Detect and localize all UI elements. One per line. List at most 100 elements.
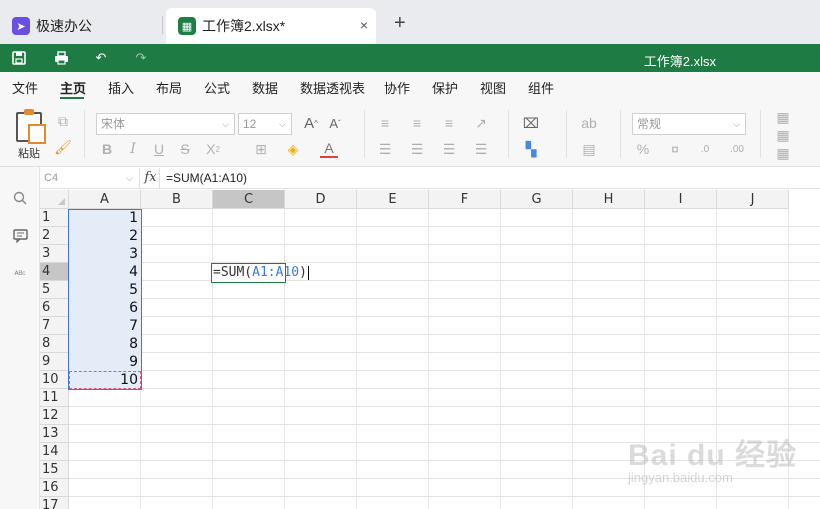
font-color-icon[interactable]: A bbox=[320, 140, 338, 158]
function-icon[interactable]: fx bbox=[142, 168, 160, 188]
row-header[interactable]: 7 bbox=[40, 317, 69, 335]
justify-icon[interactable]: ☰ bbox=[472, 140, 490, 158]
menu-file[interactable]: 文件 bbox=[12, 78, 38, 97]
cell-a5[interactable]: 5 bbox=[69, 281, 141, 299]
delete-cells-icon[interactable]: ▦ bbox=[774, 126, 792, 144]
tag-icon[interactable]: ⌧ bbox=[522, 114, 540, 132]
menu-layout[interactable]: 布局 bbox=[156, 78, 182, 97]
column-header[interactable]: B bbox=[141, 190, 213, 209]
row-header[interactable]: 10 bbox=[40, 371, 69, 389]
wrap-text-icon[interactable]: ab bbox=[580, 114, 598, 132]
row-header[interactable]: 8 bbox=[40, 335, 69, 353]
column-header[interactable]: E bbox=[357, 190, 429, 209]
fill-color-icon[interactable]: ◈ bbox=[284, 140, 302, 158]
increase-decimal-icon[interactable]: .0 bbox=[696, 140, 714, 158]
formula-input[interactable]: =SUM(A1:A10) bbox=[166, 171, 247, 185]
cell-a8[interactable]: 8 bbox=[69, 335, 141, 353]
cell-a7[interactable]: 7 bbox=[69, 317, 141, 335]
row-header[interactable]: 14 bbox=[40, 443, 69, 461]
paste-icon[interactable] bbox=[16, 109, 46, 144]
format-cells-icon[interactable]: ▦ bbox=[774, 144, 792, 162]
row-header[interactable]: 17 bbox=[40, 497, 69, 509]
column-header[interactable]: H bbox=[573, 190, 645, 209]
select-all-button[interactable] bbox=[40, 190, 69, 209]
column-header[interactable]: G bbox=[501, 190, 573, 209]
cell-a4[interactable]: 4 bbox=[69, 263, 141, 281]
borders-icon[interactable]: ⊞ bbox=[252, 140, 270, 158]
align-top-icon[interactable]: ≡ bbox=[376, 114, 394, 132]
align-middle-icon[interactable]: ≡ bbox=[408, 114, 426, 132]
paste-button-label[interactable]: 粘贴 bbox=[18, 145, 40, 161]
bold-icon[interactable]: B bbox=[98, 140, 116, 158]
decrease-decimal-icon[interactable]: .00 bbox=[728, 140, 746, 158]
cell-a10[interactable]: 10 bbox=[69, 371, 141, 389]
font-size-select[interactable]: 12 ⌵ bbox=[238, 113, 292, 135]
percent-icon[interactable]: % bbox=[634, 140, 652, 158]
format-painter-icon[interactable]: 🖌 bbox=[54, 138, 72, 156]
cell-a1[interactable]: 1 bbox=[69, 209, 141, 227]
column-header[interactable]: F bbox=[429, 190, 501, 209]
italic-icon[interactable]: I bbox=[124, 140, 142, 158]
currency-icon[interactable]: ¤ bbox=[666, 140, 684, 158]
print-icon[interactable] bbox=[52, 49, 70, 67]
underline-icon[interactable]: U bbox=[150, 140, 168, 158]
row-header[interactable]: 11 bbox=[40, 389, 69, 407]
align-left-icon[interactable]: ☰ bbox=[376, 140, 394, 158]
align-center-icon[interactable]: ☰ bbox=[408, 140, 426, 158]
comment-icon[interactable] bbox=[11, 227, 29, 245]
row-header[interactable]: 1 bbox=[40, 209, 69, 227]
row-header[interactable]: 16 bbox=[40, 479, 69, 497]
menu-data[interactable]: 数据 bbox=[252, 78, 278, 97]
copy-icon[interactable]: ⧉ bbox=[54, 112, 72, 130]
active-cell-editor[interactable]: =SUM(A1:A10) bbox=[211, 263, 309, 283]
table-style-icon[interactable]: ▤ bbox=[580, 140, 598, 158]
merge-cells-icon[interactable]: ▚ bbox=[522, 140, 540, 158]
column-header[interactable]: D bbox=[285, 190, 357, 209]
save-icon[interactable] bbox=[10, 49, 28, 67]
undo-icon[interactable]: ↶ bbox=[92, 49, 110, 67]
increase-font-icon[interactable]: A ^ bbox=[302, 114, 320, 132]
column-header[interactable]: A bbox=[69, 190, 141, 209]
column-header[interactable]: I bbox=[645, 190, 717, 209]
row-header[interactable]: 15 bbox=[40, 461, 69, 479]
column-header[interactable]: J bbox=[717, 190, 789, 209]
menu-home[interactable]: 主页 bbox=[60, 78, 86, 97]
search-icon[interactable] bbox=[11, 189, 29, 207]
align-bottom-icon[interactable]: ≡ bbox=[440, 114, 458, 132]
tab-workbook[interactable]: ▦ 工作簿2.xlsx* × bbox=[166, 8, 376, 44]
cell-a6[interactable]: 6 bbox=[69, 299, 141, 317]
number-format-select[interactable]: 常规 ⌵ bbox=[632, 113, 746, 135]
align-right-icon[interactable]: ☰ bbox=[440, 140, 458, 158]
row-header[interactable]: 3 bbox=[40, 245, 69, 263]
row-header[interactable]: 13 bbox=[40, 425, 69, 443]
strikethrough-icon[interactable]: S bbox=[176, 140, 194, 158]
font-name-select[interactable]: 宋体 ⌵ bbox=[96, 113, 235, 135]
row-header[interactable]: 5 bbox=[40, 281, 69, 299]
close-icon[interactable]: × bbox=[360, 17, 368, 33]
row-header[interactable]: 2 bbox=[40, 227, 69, 245]
redo-icon[interactable]: ↷ bbox=[132, 49, 150, 67]
row-header[interactable]: 9 bbox=[40, 353, 69, 371]
row-header[interactable]: 6 bbox=[40, 299, 69, 317]
insert-cells-icon[interactable]: ▦ bbox=[774, 108, 792, 126]
row-header[interactable]: 12 bbox=[40, 407, 69, 425]
menu-view[interactable]: 视图 bbox=[480, 78, 506, 97]
column-header[interactable]: C bbox=[213, 190, 285, 209]
cell-a2[interactable]: 2 bbox=[69, 227, 141, 245]
menu-plugins[interactable]: 组件 bbox=[528, 78, 554, 97]
menu-pivot-table[interactable]: 数据透视表 bbox=[300, 78, 365, 97]
menu-insert[interactable]: 插入 bbox=[108, 78, 134, 97]
new-tab-button[interactable]: + bbox=[394, 12, 406, 35]
spellcheck-icon[interactable]: ᴬᴮᶜ bbox=[11, 265, 29, 283]
subscript-icon[interactable]: X2 bbox=[204, 140, 222, 158]
name-box[interactable]: C4 ⌵ bbox=[40, 168, 140, 188]
decrease-font-icon[interactable]: Aˇ bbox=[326, 114, 344, 132]
tab-app-home[interactable]: ➤ 极速办公 bbox=[0, 8, 162, 44]
text-orientation-icon[interactable]: ↗ bbox=[472, 114, 490, 132]
cell-a9[interactable]: 9 bbox=[69, 353, 141, 371]
cell-a3[interactable]: 3 bbox=[69, 245, 141, 263]
menu-collaborate[interactable]: 协作 bbox=[384, 78, 410, 97]
menu-formula[interactable]: 公式 bbox=[204, 78, 230, 97]
menu-protect[interactable]: 保护 bbox=[432, 78, 458, 97]
row-header[interactable]: 4 bbox=[40, 263, 69, 281]
